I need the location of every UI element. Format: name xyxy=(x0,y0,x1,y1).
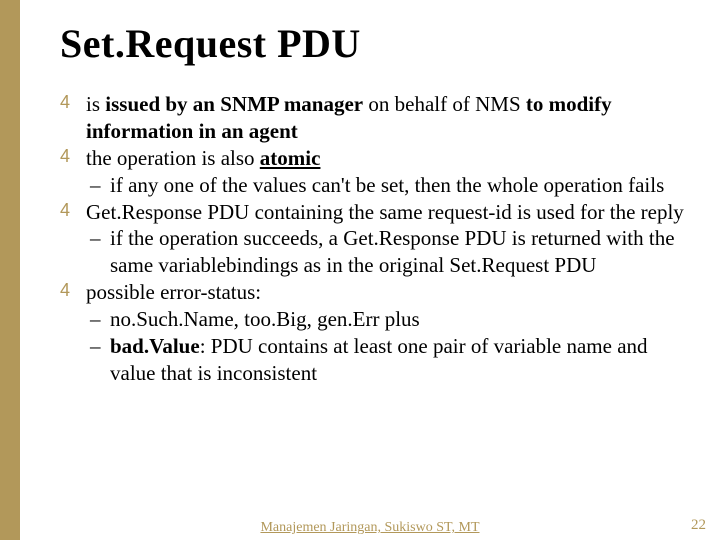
bullet-text: Get.Response PDU containing the same req… xyxy=(86,200,684,224)
slide: Set.Request PDU is issued by an SNMP man… xyxy=(0,0,720,540)
page-number: 22 xyxy=(691,517,706,534)
sub-text: no.Such.Name, too.Big, gen.Err plus xyxy=(110,307,420,331)
bullet-item: the operation is also atomic if any one … xyxy=(60,145,690,199)
sub-text: if the operation succeeds, a Get.Respons… xyxy=(110,226,675,277)
bullet-item: possible error-status: no.Such.Name, too… xyxy=(60,279,690,387)
sub-item: no.Such.Name, too.Big, gen.Err plus xyxy=(86,306,690,333)
sub-list: no.Such.Name, too.Big, gen.Err plus bad.… xyxy=(86,306,690,387)
slide-footer: Manajemen Jaringan, Sukiswo ST, MT xyxy=(20,520,720,536)
bullet-list: is issued by an SNMP manager on behalf o… xyxy=(60,91,690,387)
bullet-text: the operation is also xyxy=(86,146,260,170)
sub-item: if any one of the values can't be set, t… xyxy=(86,172,690,199)
bullet-text-bold: issued by an SNMP manager xyxy=(105,92,363,116)
sub-item: if the operation succeeds, a Get.Respons… xyxy=(86,225,690,279)
slide-title: Set.Request PDU xyxy=(60,20,690,67)
sub-text: if any one of the values can't be set, t… xyxy=(110,173,664,197)
bullet-text: is xyxy=(86,92,105,116)
bullet-text: possible error-status: xyxy=(86,280,261,304)
sub-list: if any one of the values can't be set, t… xyxy=(86,172,690,199)
bullet-text-bold-underline: atomic xyxy=(260,146,321,170)
bullet-item: is issued by an SNMP manager on behalf o… xyxy=(60,91,690,145)
bullet-item: Get.Response PDU containing the same req… xyxy=(60,199,690,280)
sub-list: if the operation succeeds, a Get.Respons… xyxy=(86,225,690,279)
sub-text-bold: bad.Value xyxy=(110,334,200,358)
sub-item: bad.Value: PDU contains at least one pai… xyxy=(86,333,690,387)
bullet-text: on behalf of NMS xyxy=(363,92,526,116)
